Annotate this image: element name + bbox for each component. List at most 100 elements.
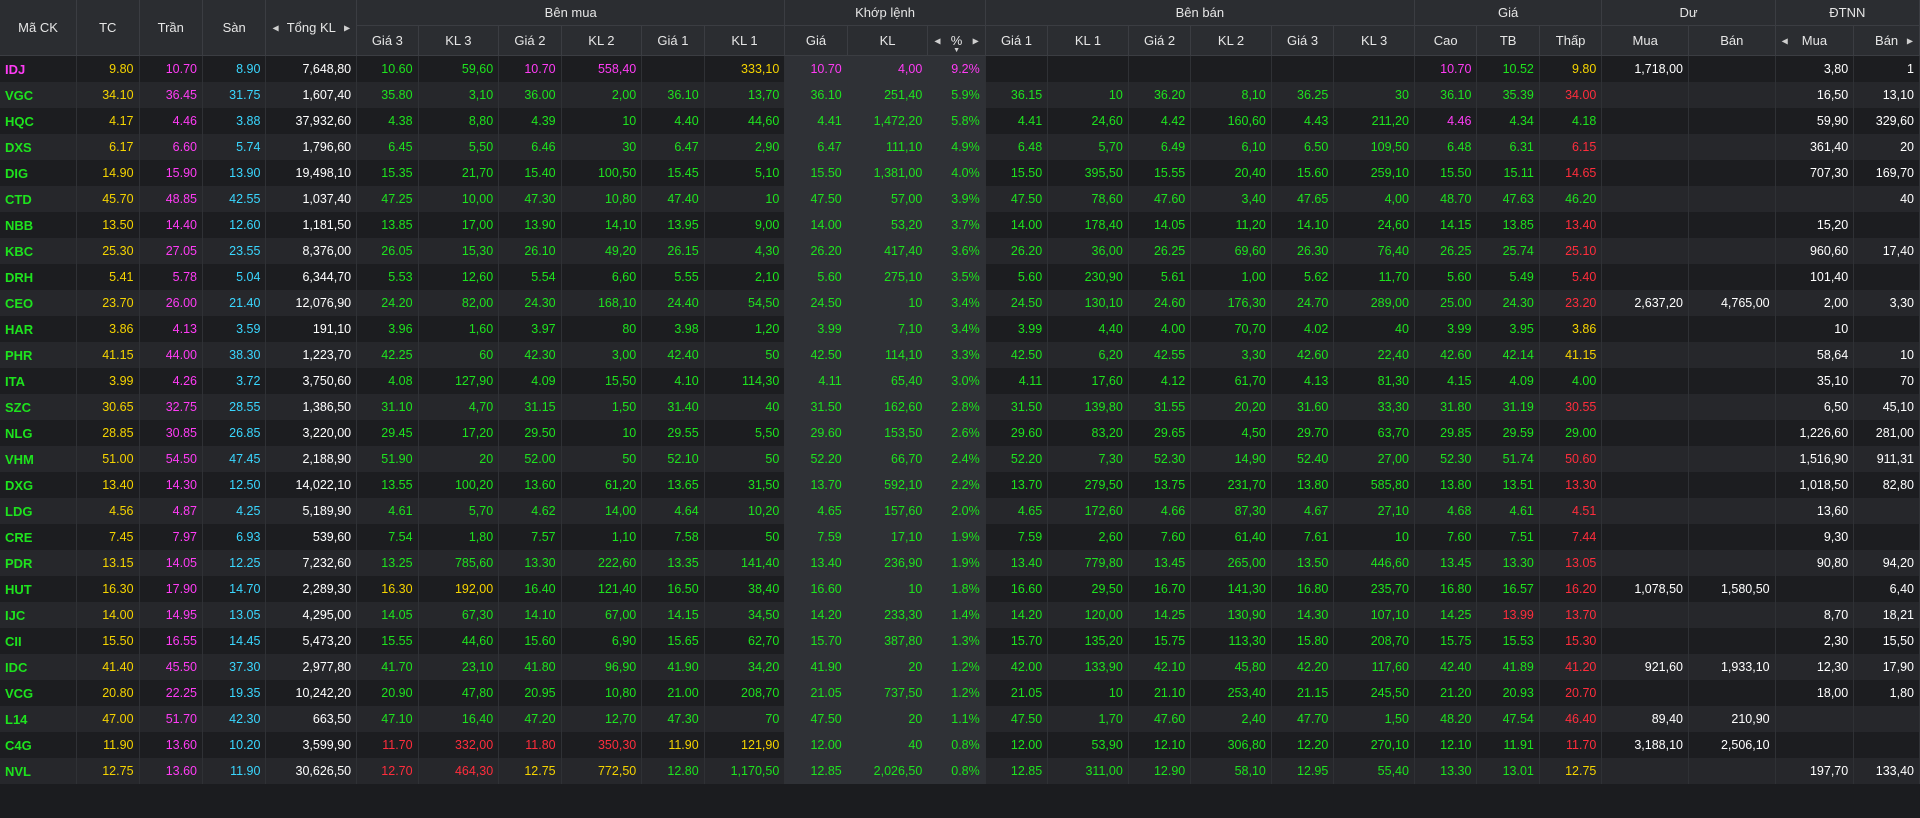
caret-left-icon[interactable]: ◀	[272, 23, 278, 32]
table-row[interactable]: DRH 5.41 5.78 5.04 6,344,70 5.53 12,60 5.54 6,60…	[0, 264, 1920, 290]
symbol-cell[interactable]: HQC	[0, 108, 78, 134]
symbol-cell[interactable]: IDC	[0, 654, 78, 680]
header-dtnn-mua[interactable]: ◀ Mua	[1775, 25, 1855, 56]
symbol-cell[interactable]: DXS	[0, 134, 78, 160]
table-row[interactable]: NVL 12.75 13.60 11.90 30,626,50 12.70 464,30 12…	[0, 758, 1920, 784]
symbol-cell[interactable]: C4G	[0, 732, 78, 758]
header-tong-kl[interactable]: ◀ Tổng KL ▶	[265, 0, 358, 56]
table-row[interactable]: L14 47.00 51.70 42.30 663,50 47.10 16,40 47.20 1…	[0, 706, 1920, 732]
symbol-cell[interactable]: ITA	[0, 368, 78, 394]
sell-price-2-cell: 15.75	[1128, 628, 1192, 654]
symbol-cell[interactable]: VGC	[0, 82, 78, 108]
table-row[interactable]: CII 15.50 16.55 14.45 5,473,20 15.55 44,60 15.6…	[0, 628, 1920, 654]
header-san[interactable]: Sàn	[202, 0, 267, 56]
header-ma-ck[interactable]: Mã CK	[0, 0, 78, 56]
header-sell-kl2[interactable]: KL 2	[1190, 25, 1272, 56]
header-sell-gia3[interactable]: Giá 3	[1271, 25, 1335, 56]
table-row[interactable]: DXG 13.40 14.30 12.50 14,022,10 13.55 100,20 13…	[0, 472, 1920, 498]
sell-price-1-cell: 12.85	[985, 758, 1049, 784]
caret-right-icon[interactable]: ▶	[1907, 36, 1913, 45]
ref-price-cell: 6.17	[76, 134, 140, 160]
header-tc[interactable]: TC	[76, 0, 140, 56]
table-row[interactable]: HAR 3.86 4.13 3.59 191,10 3.96 1,60 3.97 80 3.98 1…	[0, 316, 1920, 342]
table-row[interactable]: PHR 41.15 44.00 38.30 1,223,70 42.25 60 42.30 3,…	[0, 342, 1920, 368]
foreign-buy-cell: 1,226,60	[1775, 420, 1855, 446]
table-row[interactable]: NBB 13.50 14.40 12.60 1,181,50 13.85 17,00 13.9…	[0, 212, 1920, 238]
symbol-cell[interactable]: SZC	[0, 394, 78, 420]
header-thap[interactable]: Thấp	[1539, 25, 1603, 56]
symbol-cell[interactable]: PHR	[0, 342, 78, 368]
buy-price-2-cell: 6.46	[498, 134, 562, 160]
symbol-cell[interactable]: CTD	[0, 186, 78, 212]
header-buy-kl2[interactable]: KL 2	[561, 25, 643, 56]
symbol-cell[interactable]: LDG	[0, 498, 78, 524]
header-buy-gia3[interactable]: Giá 3	[356, 25, 419, 56]
header-du-ban[interactable]: Bán	[1688, 25, 1776, 56]
table-row[interactable]: SZC 30.65 32.75 28.55 1,386,50 31.10 4,70 31.15…	[0, 394, 1920, 420]
table-row[interactable]: LDG 4.56 4.87 4.25 5,189,90 4.61 5,70 4.62 14,00…	[0, 498, 1920, 524]
symbol-cell[interactable]: DIG	[0, 160, 78, 186]
header-sell-kl1[interactable]: KL 1	[1047, 25, 1129, 56]
header-dtnn-ban[interactable]: Bán ▶	[1853, 25, 1920, 56]
table-row[interactable]: KBC 25.30 27.05 23.55 8,376,00 26.05 15,30 26.1…	[0, 238, 1920, 264]
symbol-cell[interactable]: DRH	[0, 264, 78, 290]
ask-remain-cell	[1688, 134, 1776, 160]
symbol-cell[interactable]: PDR	[0, 550, 78, 576]
table-row[interactable]: DIG 14.90 15.90 13.90 19,498,10 15.35 21,70 15.…	[0, 160, 1920, 186]
header-tb[interactable]: TB	[1476, 25, 1540, 56]
table-row[interactable]: VHM 51.00 54.50 47.45 2,188,90 51.90 20 52.00 50…	[0, 446, 1920, 472]
table-row[interactable]: IDC 41.40 45.50 37.30 2,977,80 41.70 23,10 41.8…	[0, 654, 1920, 680]
header-sell-gia2[interactable]: Giá 2	[1128, 25, 1192, 56]
table-row[interactable]: HUT 16.30 17.90 14.70 2,289,30 16.30 192,00 16.…	[0, 576, 1920, 602]
caret-right-icon[interactable]: ▶	[344, 23, 350, 32]
header-cao[interactable]: Cao	[1414, 25, 1478, 56]
table-row[interactable]: IJC 14.00 14.95 13.05 4,295,00 14.05 67,30 14.1…	[0, 602, 1920, 628]
symbol-cell[interactable]: CEO	[0, 290, 78, 316]
table-row[interactable]: VCG 20.80 22.25 19.35 10,242,20 20.90 47,80 20.…	[0, 680, 1920, 706]
header-buy-gia2[interactable]: Giá 2	[498, 25, 562, 56]
symbol-cell[interactable]: NLG	[0, 420, 78, 446]
caret-right-icon[interactable]: ▶	[973, 36, 979, 45]
table-row[interactable]: CTD 45.70 48.85 42.55 1,037,40 47.25 10,00 47.3…	[0, 186, 1920, 212]
symbol-cell[interactable]: HAR	[0, 316, 78, 342]
symbol-cell[interactable]: VHM	[0, 446, 78, 472]
table-row[interactable]: ITA 3.99 4.26 3.72 3,750,60 4.08 127,90 4.09 15,…	[0, 368, 1920, 394]
symbol-cell[interactable]: L14	[0, 706, 78, 732]
header-buy-kl1[interactable]: KL 1	[704, 25, 786, 56]
table-row[interactable]: CRE 7.45 7.97 6.93 539,60 7.54 1,80 7.57 1,10 7.5…	[0, 524, 1920, 550]
symbol-cell[interactable]: IJC	[0, 602, 78, 628]
header-tran[interactable]: Trần	[139, 0, 203, 56]
sell-vol-3-cell: 4,00	[1333, 186, 1415, 212]
buy-vol-3-cell: 785,60	[418, 550, 500, 576]
header-buy-gia1[interactable]: Giá 1	[641, 25, 705, 56]
symbol-cell[interactable]: IDJ	[0, 55, 78, 82]
symbol-cell[interactable]: HUT	[0, 576, 78, 602]
header-buy-kl3[interactable]: KL 3	[418, 25, 500, 56]
sort-desc-icon[interactable]: ▼	[953, 47, 960, 54]
table-row[interactable]: IDJ 9.80 10.70 8.90 7,648,80 10.60 59,60 10.70 5…	[0, 55, 1920, 82]
header-sell-gia1[interactable]: Giá 1	[985, 25, 1049, 56]
table-row[interactable]: PDR 13.15 14.05 12.25 7,232,60 13.25 785,60 13.…	[0, 550, 1920, 576]
symbol-cell[interactable]: KBC	[0, 238, 78, 264]
caret-left-icon[interactable]: ◀	[934, 36, 940, 45]
table-row[interactable]: HQC 4.17 4.46 3.88 37,932,60 4.38 8,80 4.39 10 4.…	[0, 108, 1920, 134]
header-sell-kl3[interactable]: KL 3	[1333, 25, 1415, 56]
table-row[interactable]: DXS 6.17 6.60 5.74 1,796,60 6.45 5,50 6.46 30 6.4…	[0, 134, 1920, 160]
header-du-mua[interactable]: Mua	[1601, 25, 1689, 56]
match-vol-cell: 1,472,20	[847, 108, 929, 134]
header-match-gia[interactable]: Giá	[784, 25, 848, 56]
table-row[interactable]: CEO 23.70 26.00 21.40 12,076,90 24.20 82,00 24.…	[0, 290, 1920, 316]
symbol-cell[interactable]: VCG	[0, 680, 78, 706]
table-row[interactable]: VGC 34.10 36.45 31.75 1,607,40 35.80 3,10 36.00…	[0, 82, 1920, 108]
table-row[interactable]: C4G 11.90 13.60 10.20 3,599,90 11.70 332,00 11.…	[0, 732, 1920, 758]
symbol-cell[interactable]: DXG	[0, 472, 78, 498]
floor-price-cell: 26.85	[202, 420, 267, 446]
table-row[interactable]: NLG 28.85 30.85 26.85 3,220,00 29.45 17,20 29.5…	[0, 420, 1920, 446]
symbol-cell[interactable]: CRE	[0, 524, 78, 550]
symbol-cell[interactable]: CII	[0, 628, 78, 654]
caret-left-icon[interactable]: ◀	[1782, 36, 1788, 45]
header-match-pct[interactable]: ◀% ▼ ▶	[927, 25, 986, 56]
symbol-cell[interactable]: NBB	[0, 212, 78, 238]
symbol-cell[interactable]: NVL	[0, 758, 78, 784]
header-match-kl[interactable]: KL	[847, 25, 929, 56]
